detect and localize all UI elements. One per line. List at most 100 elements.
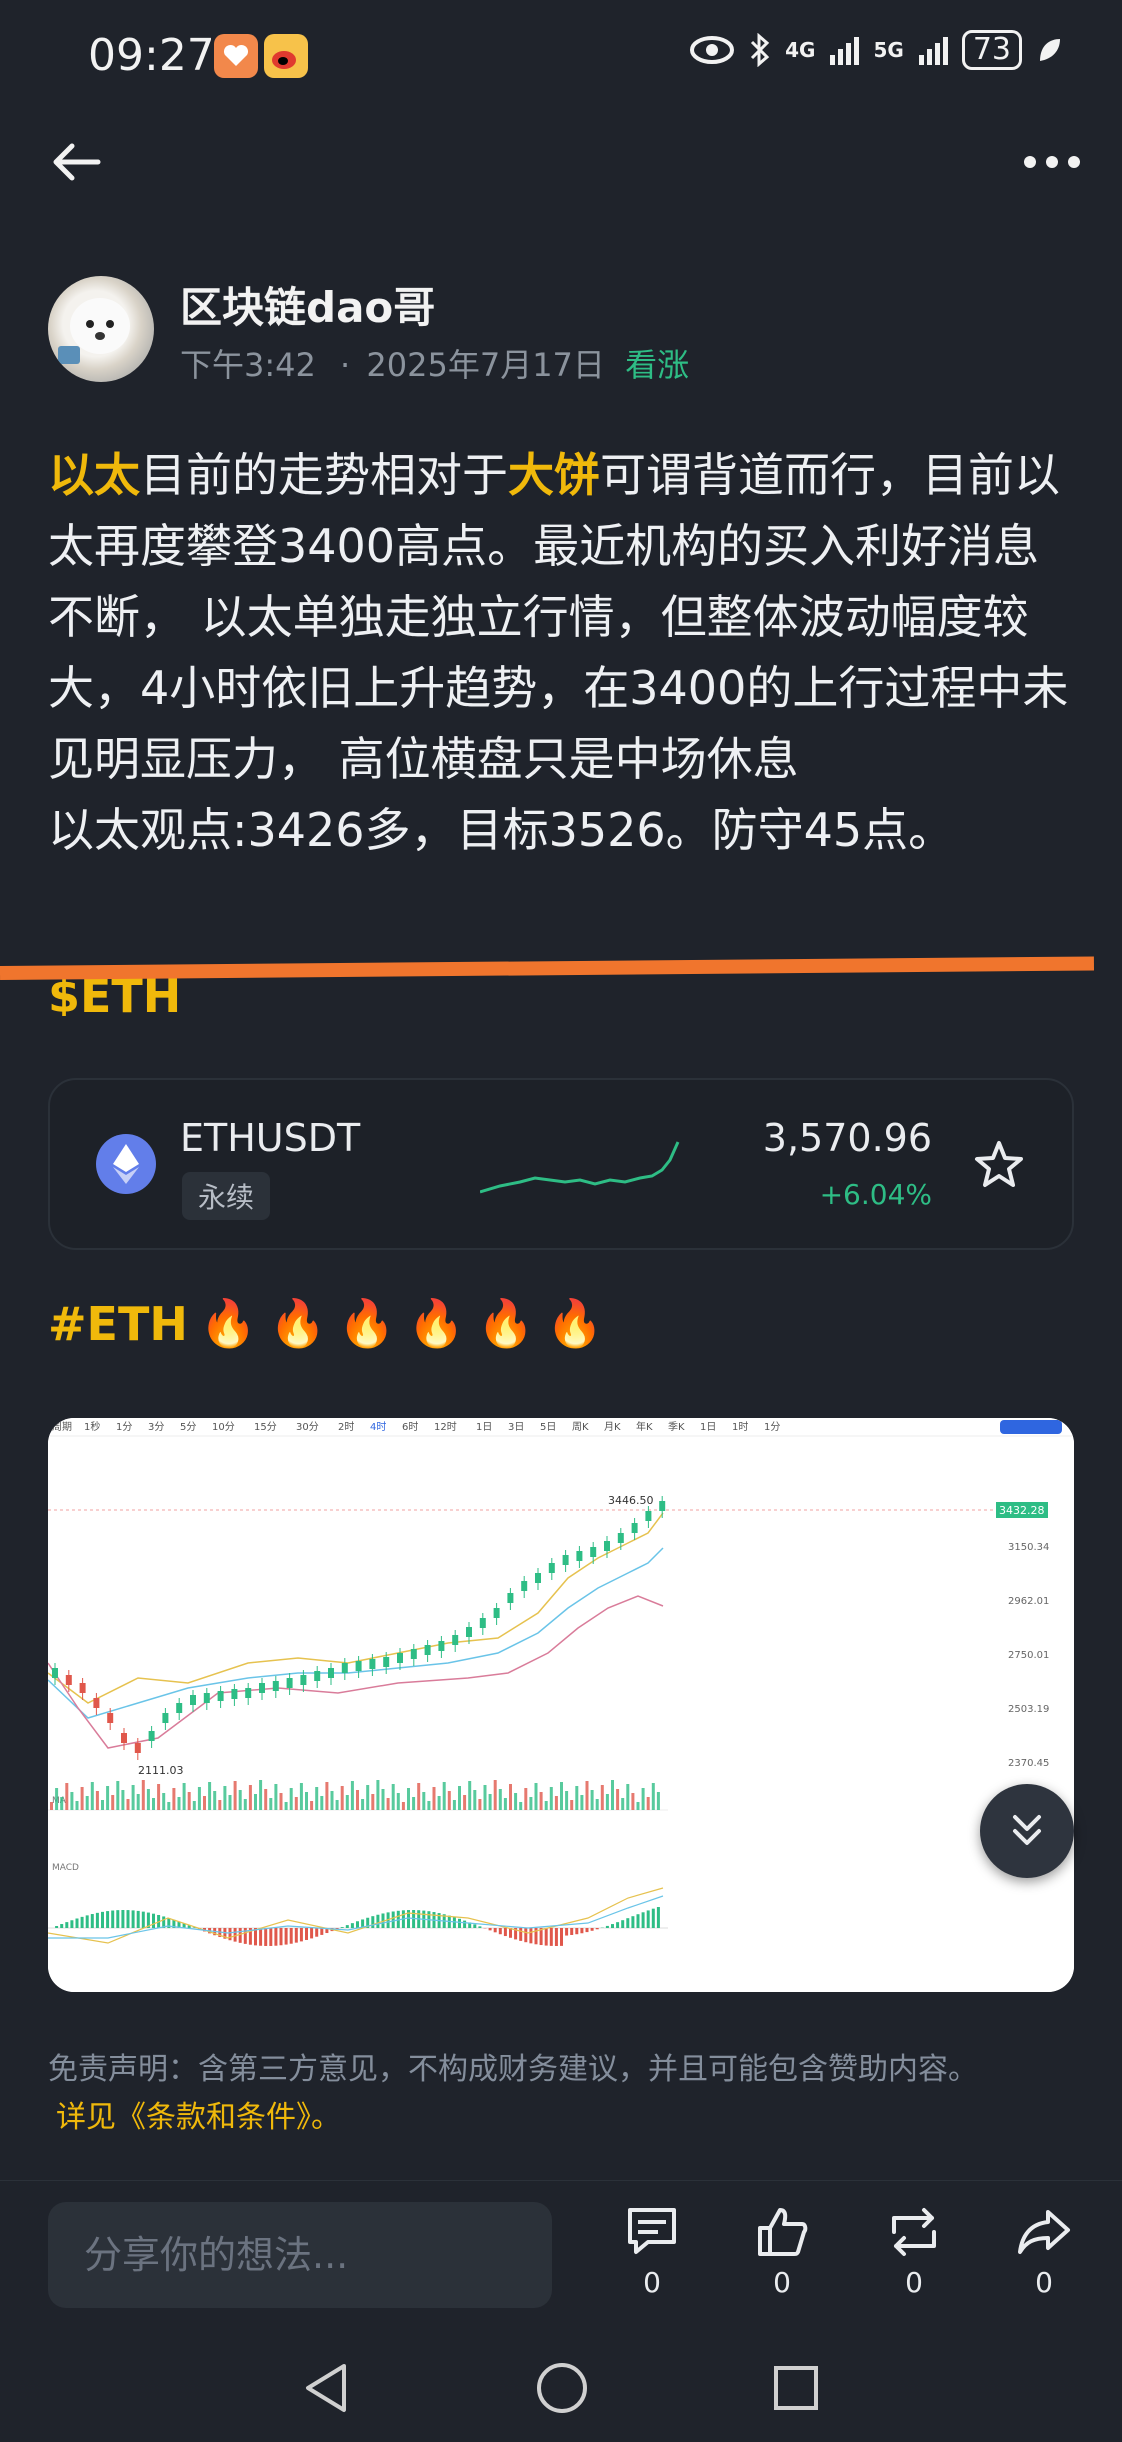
volume-bar [636, 1802, 640, 1810]
volume-bar [90, 1782, 94, 1810]
comment-button[interactable]: 0 [612, 2206, 692, 2299]
candle-body [148, 1731, 155, 1741]
disclaimer-text: 免责声明：含第三方意见，不构成财务建议，并且可能包含赞助内容。 [48, 2052, 978, 2087]
macd-bar [340, 1927, 344, 1928]
volume-bar [493, 1780, 497, 1810]
share-button[interactable]: 0 [1004, 2206, 1084, 2299]
candle-body [424, 1645, 431, 1655]
volume-bar [85, 1796, 89, 1810]
volume-bar [366, 1785, 370, 1810]
volume-bar [315, 1787, 319, 1810]
body-highlight-btc[interactable]: 大饼 [508, 448, 600, 502]
peak-label: 3446.50 [608, 1494, 654, 1507]
candle-body [190, 1695, 196, 1705]
volume-bar [305, 1792, 308, 1810]
volume-bar [335, 1800, 339, 1810]
like-button[interactable]: 0 [742, 2206, 822, 2299]
scroll-down-button[interactable] [980, 1784, 1074, 1878]
candle-body [328, 1668, 334, 1678]
timeframe-label: 1分 [116, 1421, 132, 1433]
candle-body [355, 1661, 362, 1671]
volume-bar [534, 1783, 538, 1810]
volume-ma-label: MA [52, 1796, 67, 1806]
eye-icon [690, 36, 735, 64]
macd-bar [101, 1911, 104, 1928]
volume-bar [371, 1794, 375, 1810]
author-avatar[interactable] [48, 276, 154, 382]
macd-bar [391, 1911, 395, 1928]
volume-bar [330, 1791, 334, 1810]
macd-bar [95, 1912, 99, 1928]
volume-bar [223, 1786, 227, 1810]
chart-screenshot-graphic: 周期 1秒 1分 3分 5分 10分 15分 30分 2时 4时 6时 12时 1日 3日 5日 周K 月K 年K… [48, 1418, 1074, 1992]
volume-bar [167, 1802, 171, 1810]
post-date: 2025年7月17日 [366, 346, 605, 384]
ticker-card[interactable]: ETHUSDT 永续 3,570.96 +6.04% [48, 1078, 1074, 1250]
volume-bar [468, 1781, 472, 1810]
macd-bar [570, 1928, 574, 1935]
volume-bar [243, 1799, 247, 1810]
chart-screenshot-image[interactable]: 周期 1秒 1分 3分 5分 10分 15分 30分 2时 4时 6时 12时 1日 3日 5日 周K 月K 年K… [48, 1418, 1074, 1992]
comment-input[interactable] [48, 2202, 552, 2308]
volume-bar [600, 1785, 604, 1810]
volume-bar [631, 1793, 635, 1810]
candle-body [341, 1663, 348, 1673]
volume-bar [264, 1789, 268, 1810]
macd-bar [111, 1910, 115, 1928]
volume-bar [565, 1791, 569, 1810]
macd-bar [294, 1928, 298, 1943]
macd-bar [595, 1928, 599, 1930]
macd-bar [299, 1928, 303, 1942]
volume-bar [621, 1798, 625, 1810]
volume-bar [162, 1793, 166, 1810]
axis-tick-label: 2503.19 [1008, 1704, 1049, 1715]
volume-bar [401, 1802, 405, 1810]
candle-body [507, 1593, 514, 1603]
volume-bar [539, 1792, 543, 1810]
volume-bar [412, 1797, 416, 1810]
volume-bar [616, 1789, 620, 1810]
volume-bar [432, 1787, 436, 1810]
candle-body [286, 1678, 293, 1688]
eth-hashtag[interactable]: #ETH [48, 1297, 188, 1351]
volume-bar [580, 1795, 584, 1810]
price-sparkline [480, 1141, 680, 1194]
candle-body [231, 1689, 238, 1699]
macd-bar [80, 1916, 84, 1928]
terms-link[interactable]: 详见《条款和条件》。 [56, 2092, 341, 2136]
volume-bar [141, 1780, 145, 1810]
share-icon [1018, 2210, 1070, 2254]
volume-bar [417, 1783, 421, 1810]
macd-bar [315, 1928, 319, 1937]
timeframe-label: 4时 [370, 1421, 386, 1433]
volume-bar [549, 1787, 553, 1810]
axis-tick-label: 2962.01 [1008, 1596, 1049, 1607]
timeframe-label: 年K [636, 1420, 653, 1433]
volume-bar [519, 1802, 523, 1810]
volume-bar [483, 1785, 487, 1810]
volume-bar [177, 1797, 181, 1810]
repost-button[interactable]: 0 [874, 2206, 954, 2299]
body-highlight-eth[interactable]: 以太 [48, 448, 140, 502]
nav-home-button[interactable] [534, 2360, 590, 2420]
bluetooth-icon [751, 33, 770, 67]
favorite-button[interactable] [972, 1138, 1026, 1192]
more-button[interactable] [1022, 150, 1082, 174]
macd-bar [376, 1914, 380, 1928]
back-button[interactable] [48, 140, 104, 184]
macd-bar [560, 1928, 563, 1946]
candle-body [659, 1501, 666, 1511]
candle-body [314, 1671, 321, 1681]
volume-bar [503, 1798, 507, 1810]
macd-bar [585, 1928, 589, 1933]
volume-bar [116, 1781, 120, 1810]
author-name[interactable]: 区块链dao哥 [180, 274, 435, 335]
macd-bar [284, 1928, 288, 1945]
volume-bar [259, 1780, 263, 1810]
nav-recents-button[interactable] [770, 2360, 822, 2420]
share-count: 0 [1035, 2266, 1053, 2299]
post-time: 下午3:42 [180, 346, 316, 384]
nav-back-button[interactable] [300, 2360, 352, 2420]
volume-bar [320, 1796, 324, 1810]
volume-bar [524, 1788, 528, 1810]
